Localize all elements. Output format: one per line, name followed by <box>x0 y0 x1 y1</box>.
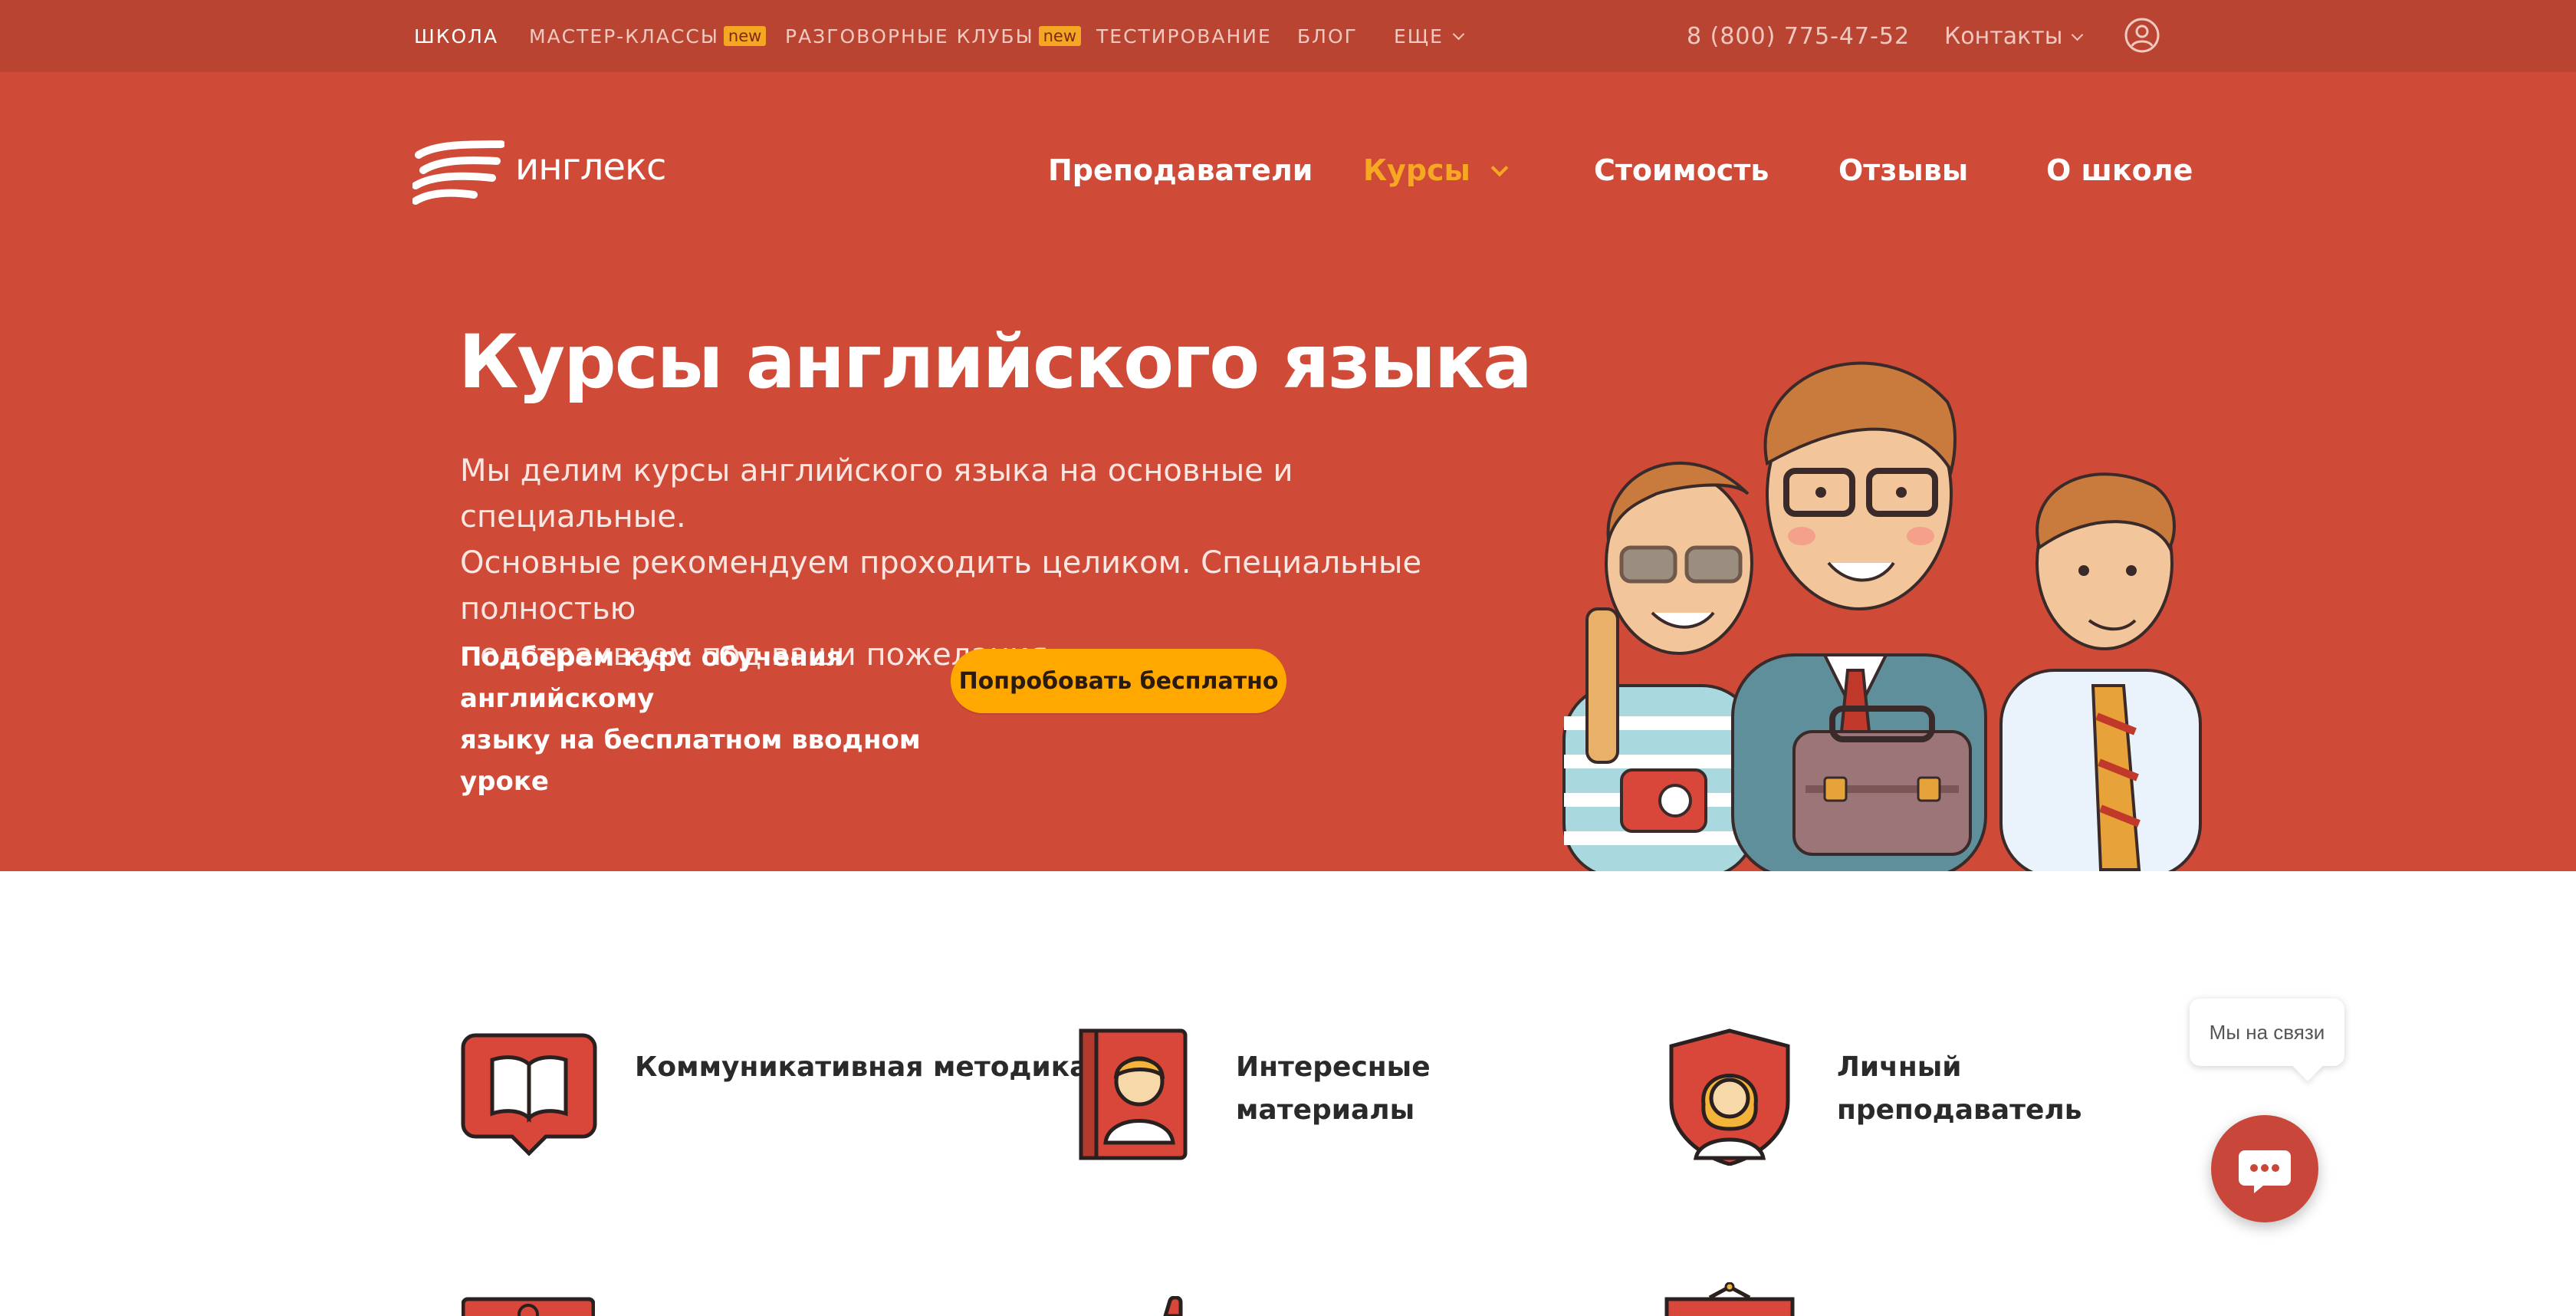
topnav-blog-label: БЛОГ <box>1297 25 1358 48</box>
nav-reviews[interactable]: Отзывы <box>1838 153 1968 187</box>
nav-teachers[interactable]: Преподаватели <box>1048 153 1313 187</box>
topnav-speaking-clubs[interactable]: РАЗГОВОРНЫЕ КЛУБЫ new <box>785 25 1082 48</box>
phone-link[interactable]: 8 (800) 775-47-52 <box>1687 23 1910 50</box>
feature-label-line: материалы <box>1236 1094 1415 1126</box>
book-icon <box>462 1297 595 1316</box>
hero-subtext-line: Подберем курс обучения английскому <box>460 642 843 714</box>
contacts-label: Контакты <box>1944 23 2063 50</box>
book-chat-icon <box>461 1033 597 1156</box>
feature-label-line: Интересные <box>1236 1051 1431 1083</box>
feature-communicative-method: Коммуникативная методика <box>635 1046 1088 1089</box>
nav-courses[interactable]: Курсы <box>1363 153 1509 187</box>
teacher-right-figure <box>1999 472 2202 871</box>
page-title: Курсы английского языка <box>458 319 1533 405</box>
topnav-masterclasses[interactable]: МАСТЕР-КЛАССЫ new <box>529 25 767 48</box>
topnav-testing[interactable]: ТЕСТИРОВАНИЕ <box>1096 25 1272 48</box>
nav-courses-label: Курсы <box>1363 153 1470 187</box>
new-badge: new <box>1038 26 1082 46</box>
topnav-more[interactable]: ЕЩЕ <box>1394 25 1465 48</box>
teacher-left-figure <box>1562 462 1757 871</box>
topnav-speaking-clubs-label: РАЗГОВОРНЫЕ КЛУБЫ <box>785 25 1034 48</box>
nav-about[interactable]: О школе <box>2046 153 2193 187</box>
topnav-testing-label: ТЕСТИРОВАНИЕ <box>1096 25 1272 48</box>
feature-interesting-materials: Интересные материалы <box>1236 1046 1431 1132</box>
hero-section: инглекс Преподаватели Курсы Стоимость От… <box>0 72 2576 871</box>
chat-button[interactable] <box>2211 1115 2318 1222</box>
thumbs-up-icon <box>1163 1296 1183 1316</box>
topnav-school[interactable]: ШКОЛА <box>414 25 498 48</box>
chevron-down-icon <box>1490 159 1509 177</box>
topnav-school-label: ШКОЛА <box>414 25 499 48</box>
hero-description-line: Мы делим курсы английского языка на осно… <box>460 453 1293 535</box>
student-book-icon <box>1079 1028 1188 1160</box>
hero-subtext-line: языку на бесплатном вводном уроке <box>460 725 921 797</box>
teacher-shield-icon <box>1669 1028 1790 1166</box>
banner-icon <box>1664 1282 1795 1316</box>
feature-label-line: Личный <box>1837 1051 1962 1083</box>
topnav-more-label: ЕЩЕ <box>1394 25 1444 48</box>
hero-description-line: Основные рекомендуем проходить целиком. … <box>460 545 1422 627</box>
englex-logo-icon[interactable] <box>412 138 504 207</box>
user-circle-icon[interactable] <box>2124 17 2160 54</box>
new-badge: new <box>723 26 767 46</box>
teacher-center-figure <box>1731 361 1987 871</box>
feature-label-line: преподаватель <box>1837 1094 2082 1126</box>
try-free-button[interactable]: Попробовать бесплатно <box>951 649 1286 713</box>
teachers-illustration <box>1562 361 2202 871</box>
nav-price[interactable]: Стоимость <box>1594 153 1769 187</box>
topnav-masterclasses-label: МАСТЕР-КЛАССЫ <box>529 25 719 48</box>
topnav-blog[interactable]: БЛОГ <box>1297 25 1358 48</box>
chat-icon <box>2239 1150 2291 1193</box>
feature-personal-teacher: Личный преподаватель <box>1837 1046 2082 1132</box>
chevron-down-icon <box>1452 28 1465 41</box>
logo-text[interactable]: инглекс <box>515 146 666 189</box>
chevron-down-icon <box>2072 28 2084 41</box>
contacts-dropdown[interactable]: Контакты <box>1944 23 2084 50</box>
chat-tooltip: Мы на связи <box>2190 999 2344 1066</box>
feature-label-line: Коммуникативная методика <box>635 1051 1089 1083</box>
hero-subtext: Подберем курс обучения английскому языку… <box>460 637 951 802</box>
top-bar: ШКОЛА МАСТЕР-КЛАССЫ new РАЗГОВОРНЫЕ КЛУБЫ… <box>0 0 2576 72</box>
